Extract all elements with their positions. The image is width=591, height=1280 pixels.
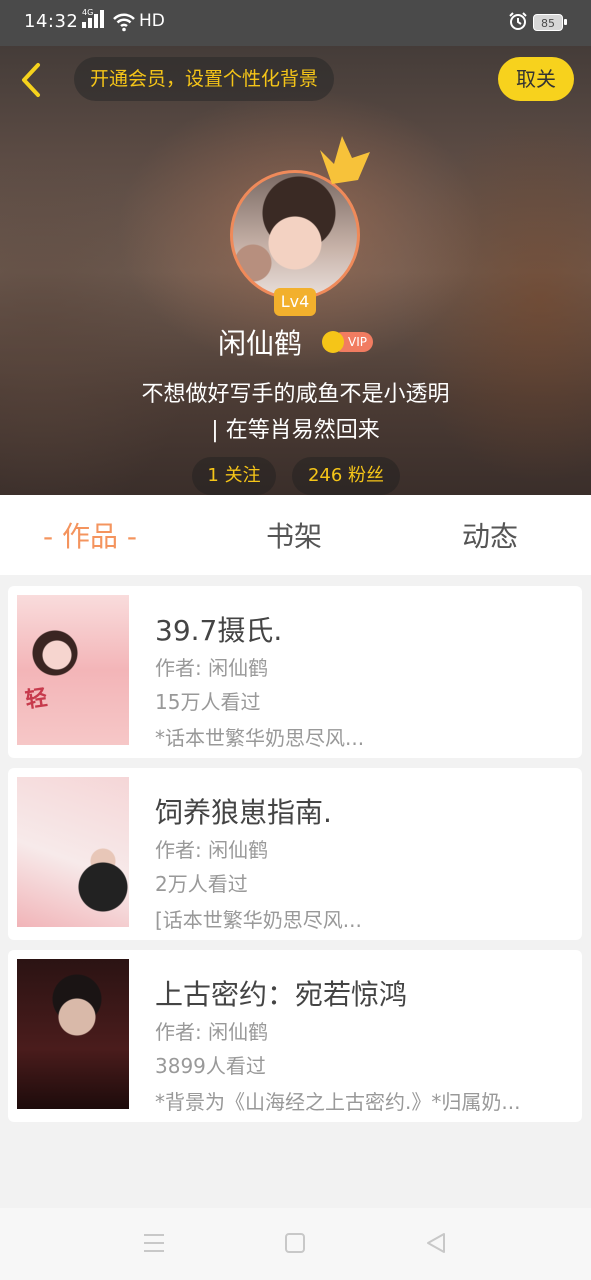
book-cover: 轻 <box>17 595 129 745</box>
username: 闲仙鹤 <box>218 327 303 360</box>
menu-nav-button[interactable] <box>143 1232 165 1258</box>
tab-works[interactable]: - 作品 - <box>43 515 137 555</box>
book-description: *话本世繁华奶思尽风... <box>155 726 365 750</box>
battery-icon: 85 <box>533 14 567 31</box>
book-title: 上古密约：宛若惊鸿 <box>155 978 408 1011</box>
profile-header: 14:32 4G HD 85 开通会员，设置个性化背景 取关 Lv4 闲仙鹤 V… <box>0 0 591 495</box>
wifi-icon <box>112 12 136 37</box>
vip-crown-icon <box>322 331 345 353</box>
level-badge: Lv4 <box>274 288 316 316</box>
vip-badge: VIP <box>322 331 373 353</box>
tab-bookshelf[interactable]: 书架 <box>266 515 322 555</box>
book-author: 作者: 闲仙鹤 <box>155 1020 269 1044</box>
alarm-icon <box>508 11 528 36</box>
square-icon <box>285 1233 305 1253</box>
book-item[interactable]: 轻 39.7摄氏. 作者: 闲仙鹤 15万人看过 *话本世繁华奶思尽风... <box>8 586 582 758</box>
book-description: [话本世繁华奶思尽风... <box>155 908 362 932</box>
home-nav-button[interactable] <box>285 1232 305 1258</box>
following-count[interactable]: 1 关注 <box>192 457 276 495</box>
bio-line-2: | 在等肖易然回来 <box>211 418 380 443</box>
followers-count[interactable]: 246 粉丝 <box>292 457 400 495</box>
book-item[interactable]: 饲养狼崽指南. 作者: 闲仙鹤 2万人看过 [话本世繁华奶思尽风... <box>8 768 582 940</box>
vip-background-banner[interactable]: 开通会员，设置个性化背景 <box>74 57 335 101</box>
book-item[interactable]: 上古密约：宛若惊鸿 作者: 闲仙鹤 3899人看过 *背景为《山海经之上古密约.… <box>8 950 582 1122</box>
system-nav-bar <box>0 1208 591 1280</box>
avatar-image <box>230 170 360 300</box>
book-views: 15万人看过 <box>155 690 261 714</box>
hd-indicator: HD <box>139 11 165 31</box>
menu-icon <box>144 1234 164 1252</box>
chevron-left-icon <box>22 63 40 97</box>
bio-line-1: 不想做好写手的咸鱼不是小透明 <box>141 382 450 407</box>
book-author: 作者: 闲仙鹤 <box>155 656 269 680</box>
username-row: 闲仙鹤 VIP <box>0 322 591 362</box>
vip-label: VIP <box>348 335 367 349</box>
tab-moments[interactable]: 动态 <box>462 515 518 555</box>
network-type: 4G <box>82 8 94 17</box>
book-views: 3899人看过 <box>155 1054 266 1078</box>
triangle-back-icon <box>427 1233 445 1253</box>
book-description: *背景为《山海经之上古密约.》*归属奶... <box>155 1090 521 1114</box>
book-cover <box>17 959 129 1109</box>
crown-icon <box>320 136 370 184</box>
back-button[interactable] <box>14 60 50 100</box>
back-nav-button[interactable] <box>425 1232 447 1258</box>
status-time: 14:32 <box>24 11 79 32</box>
unfollow-button[interactable]: 取关 <box>498 57 574 101</box>
book-title: 39.7摄氏. <box>155 614 283 647</box>
book-author: 作者: 闲仙鹤 <box>155 838 269 862</box>
book-views: 2万人看过 <box>155 872 248 896</box>
cover-art: 轻 <box>23 685 49 714</box>
profile-tabs: - 作品 - 书架 动态 <box>0 495 591 575</box>
book-cover <box>17 777 129 927</box>
avatar[interactable] <box>230 170 360 300</box>
book-title: 饲养狼崽指南. <box>155 796 332 829</box>
signal-icon: 4G <box>82 8 106 28</box>
status-bar: 14:32 4G HD 85 <box>0 0 591 46</box>
